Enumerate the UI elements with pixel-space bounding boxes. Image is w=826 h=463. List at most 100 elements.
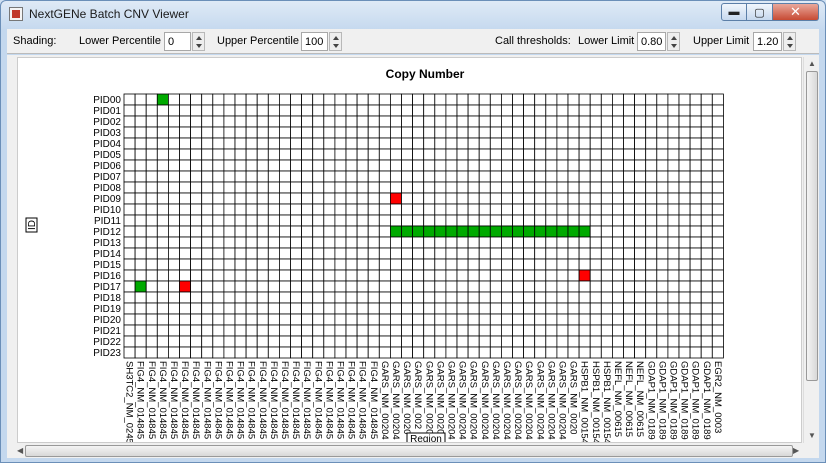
heatmap-cell[interactable] (500, 104, 513, 117)
heatmap-cell[interactable] (223, 93, 236, 106)
heatmap-cell[interactable] (711, 148, 724, 161)
heatmap-cell[interactable] (345, 313, 358, 326)
heatmap-cell[interactable] (467, 126, 480, 139)
heatmap-cell[interactable] (167, 137, 180, 150)
heatmap-cell[interactable] (267, 258, 280, 271)
heatmap-cell[interactable] (190, 324, 203, 337)
heatmap-cell[interactable] (290, 236, 303, 249)
heatmap-cell[interactable] (156, 324, 169, 337)
minimize-button[interactable]: ▬ (721, 3, 747, 21)
heatmap-cell[interactable] (223, 247, 236, 260)
heatmap-cell[interactable] (223, 104, 236, 117)
heatmap-cell[interactable] (267, 159, 280, 172)
heatmap-cell[interactable] (456, 181, 469, 194)
heatmap-cell[interactable] (700, 280, 713, 293)
heatmap-cell[interactable] (523, 280, 536, 293)
heatmap-cell[interactable] (656, 324, 669, 337)
heatmap-cell[interactable] (301, 258, 314, 271)
heatmap-cell[interactable] (190, 181, 203, 194)
heatmap-cell[interactable] (123, 115, 136, 128)
heatmap-cell[interactable] (367, 269, 380, 282)
heatmap-cell[interactable] (478, 280, 491, 293)
heatmap-cell[interactable] (367, 335, 380, 348)
heatmap-cell[interactable] (589, 170, 602, 183)
heatmap-cell[interactable] (312, 236, 325, 249)
heatmap-cell[interactable] (156, 280, 169, 293)
heatmap-cell[interactable] (334, 302, 347, 315)
heatmap-cell[interactable] (256, 225, 269, 238)
heatmap-cell[interactable] (378, 247, 391, 260)
heatmap-cell[interactable] (267, 225, 280, 238)
heatmap-cell[interactable] (645, 159, 658, 172)
heatmap-cell[interactable] (567, 203, 580, 216)
heatmap-cell[interactable] (290, 346, 303, 359)
heatmap-cell[interactable] (700, 214, 713, 227)
heatmap-cell[interactable] (290, 159, 303, 172)
close-button[interactable]: ✕ (773, 3, 819, 21)
heatmap-cell[interactable] (412, 214, 425, 227)
heatmap-cell[interactable] (423, 214, 436, 227)
heatmap-cell[interactable] (434, 335, 447, 348)
heatmap-cell[interactable] (145, 137, 158, 150)
heatmap-cell[interactable] (567, 214, 580, 227)
heatmap-cell[interactable] (134, 137, 147, 150)
heatmap-cell[interactable] (578, 181, 591, 194)
heatmap-cell[interactable] (245, 203, 258, 216)
heatmap-cell[interactable] (345, 192, 358, 205)
scroll-right-icon[interactable]: ▶ (793, 446, 799, 455)
heatmap-cell[interactable] (356, 170, 369, 183)
heatmap-cell[interactable] (534, 302, 547, 315)
heatmap-cell[interactable] (123, 126, 136, 139)
heatmap-cell[interactable] (312, 225, 325, 238)
heatmap-cell[interactable] (512, 181, 525, 194)
heatmap-cell[interactable] (645, 115, 658, 128)
heatmap-cell[interactable] (667, 225, 680, 238)
heatmap-cell[interactable] (612, 181, 624, 194)
heatmap-cell[interactable] (356, 192, 369, 205)
heatmap-cell[interactable] (489, 291, 502, 304)
heatmap-cell[interactable] (589, 203, 602, 216)
heatmap-cell[interactable] (567, 302, 580, 315)
heatmap-cell[interactable] (423, 313, 436, 326)
heatmap-cell[interactable] (267, 346, 280, 359)
heatmap-cell[interactable] (145, 258, 158, 271)
heatmap-cell[interactable] (423, 159, 436, 172)
heatmap-cell[interactable] (323, 170, 336, 183)
heatmap-cell[interactable] (489, 258, 502, 271)
heatmap-cell[interactable] (245, 247, 258, 260)
heatmap-cell[interactable] (700, 247, 713, 260)
heatmap-cell[interactable] (179, 181, 192, 194)
heatmap-cell[interactable] (179, 115, 192, 128)
heatmap-cell[interactable] (401, 346, 414, 359)
heatmap-cell[interactable] (667, 148, 680, 161)
heatmap-cell[interactable] (167, 335, 180, 348)
heatmap-cell[interactable] (645, 346, 658, 359)
heatmap-cell[interactable] (445, 324, 458, 337)
heatmap-cell[interactable] (556, 335, 569, 348)
heatmap-cell[interactable] (623, 291, 636, 304)
heatmap-cell[interactable] (700, 269, 713, 282)
heatmap-cell[interactable] (456, 236, 469, 249)
heatmap-cell[interactable] (467, 313, 480, 326)
heatmap-cell[interactable] (278, 236, 291, 249)
heatmap-cell[interactable] (145, 126, 158, 139)
heatmap-cell[interactable] (667, 324, 680, 337)
upper-limit-input[interactable]: 1.20 (753, 32, 782, 51)
heatmap-cell[interactable] (201, 181, 214, 194)
heatmap-cell[interactable] (334, 192, 347, 205)
heatmap-cell[interactable] (245, 335, 258, 348)
heatmap-cell[interactable] (500, 181, 513, 194)
heatmap-cell[interactable] (167, 203, 180, 216)
heatmap-cell[interactable] (345, 225, 358, 238)
heatmap-cell[interactable] (179, 126, 192, 139)
heatmap-cell[interactable] (489, 126, 502, 139)
heatmap-cell[interactable] (345, 203, 358, 216)
heatmap-cell[interactable] (600, 302, 613, 315)
heatmap-cell[interactable] (134, 115, 147, 128)
heatmap-cell[interactable] (323, 280, 336, 293)
heatmap-cell[interactable] (578, 148, 591, 161)
heatmap-cell[interactable] (445, 335, 458, 348)
heatmap-cell[interactable] (167, 104, 180, 117)
heatmap-cell[interactable] (545, 192, 558, 205)
heatmap-cell[interactable] (523, 324, 536, 337)
